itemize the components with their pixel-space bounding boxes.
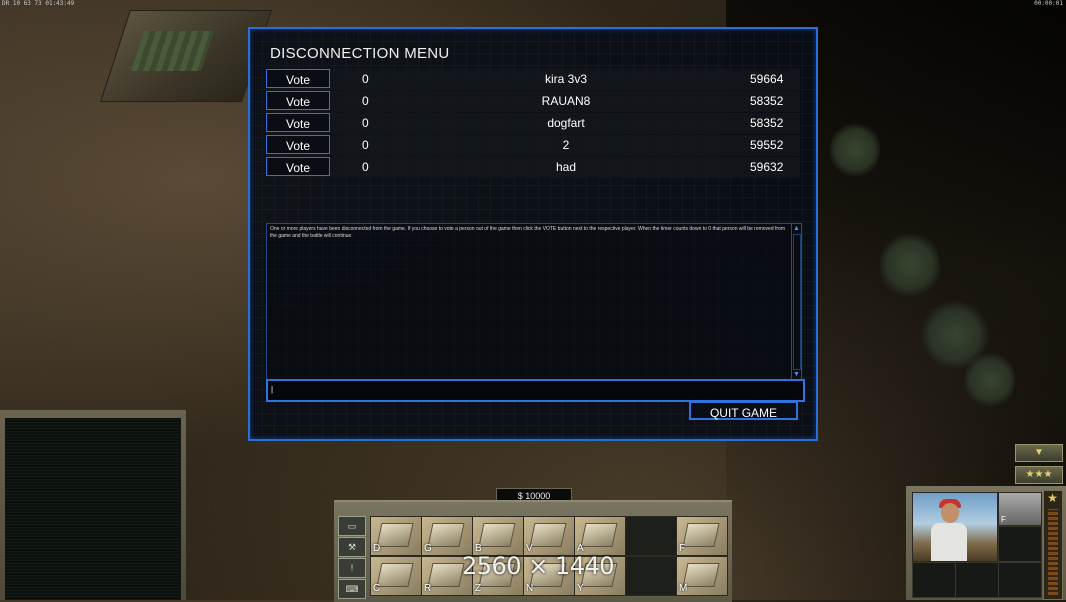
scrollbar[interactable]: ▲ ▼	[791, 224, 801, 379]
player-name: dogfart	[547, 116, 585, 130]
rank-star-icon: ★	[1047, 491, 1058, 505]
hotkey-label: N	[526, 583, 534, 594]
vote-count: 0	[362, 72, 369, 86]
player-row: Vote 0 kira 3v3 59664	[266, 69, 800, 90]
player-name: 2	[562, 138, 570, 152]
options-tab-icon[interactable]: ▭	[338, 516, 366, 536]
player-ping: 58352	[750, 94, 784, 108]
minimap[interactable]	[5, 418, 181, 600]
hotkey-label: G	[424, 543, 432, 554]
message-text: One or more players have been disconnect…	[270, 226, 786, 239]
resolution-watermark: 2560 × 1440	[462, 552, 615, 580]
hotkey-label: D	[373, 543, 381, 554]
scroll-down-icon[interactable]: ▼	[792, 370, 801, 379]
tree	[965, 350, 1015, 410]
enemy-base-structure	[100, 10, 272, 102]
build-button[interactable]: G	[421, 516, 473, 556]
vote-count: 0	[362, 116, 369, 130]
dialog-title: DISCONNECTION MENU	[270, 45, 450, 62]
repair-tab-icon[interactable]: ⚒	[338, 537, 366, 557]
message-log: One or more players have been disconnect…	[266, 223, 802, 380]
hotkey-label: Z	[475, 583, 482, 594]
unit-slot	[998, 526, 1042, 562]
general-stars-icon[interactable]: ★★★	[1015, 466, 1063, 484]
player-ping: 59632	[750, 160, 784, 174]
build-button[interactable]: A	[574, 516, 626, 556]
build-button[interactable]: B	[472, 516, 524, 556]
unit-panel: F ★	[906, 486, 1066, 600]
vote-button[interactable]: Vote	[266, 69, 330, 88]
vote-button[interactable]: Vote	[266, 157, 330, 176]
vote-count: 0	[362, 160, 369, 174]
tree	[830, 120, 880, 180]
hotkey-label: Y	[577, 583, 584, 594]
collapse-arrow-icon[interactable]: ▼	[1015, 444, 1063, 462]
game-timer: 00:00:01	[1034, 0, 1063, 7]
debug-stats: DR 10 63 73 01:43:49	[2, 0, 75, 7]
scroll-track[interactable]	[793, 234, 801, 370]
empty-slot	[625, 516, 677, 556]
build-button[interactable]: D	[370, 516, 422, 556]
player-row: Vote 0 2 59552	[266, 135, 800, 156]
player-ping: 58352	[750, 116, 784, 130]
build-button[interactable]: F	[676, 516, 728, 556]
empty-slot	[625, 556, 677, 596]
diplomacy-tab-icon[interactable]: ⌨	[338, 579, 366, 599]
build-button[interactable]: C	[370, 556, 422, 596]
tree	[880, 230, 940, 300]
unit-slot	[955, 562, 999, 598]
ability-button[interactable]: F	[998, 492, 1042, 526]
alert-tab-icon[interactable]: !	[338, 558, 366, 578]
quit-game-button[interactable]: QUIT GAME	[689, 401, 798, 420]
player-row: Vote 0 RAUAN8 58352	[266, 91, 800, 112]
vote-button[interactable]: Vote	[266, 135, 330, 154]
player-ping: 59552	[750, 138, 784, 152]
experience-fill	[1048, 509, 1058, 595]
build-button[interactable]: V	[523, 516, 575, 556]
player-row: Vote 0 dogfart 58352	[266, 113, 800, 134]
hotkey-label: R	[424, 583, 432, 594]
unit-portrait	[912, 492, 998, 562]
player-row: Vote 0 had 59632	[266, 157, 800, 178]
command-bar: ▭ ⚒ ! ⌨ D G B V A F C R Z N Y M	[334, 500, 732, 602]
disconnection-dialog: DISCONNECTION MENU Vote 0 kira 3v3 59664…	[248, 27, 818, 441]
chat-input[interactable]: |	[266, 379, 805, 402]
vote-button[interactable]: Vote	[266, 91, 330, 110]
unit-slot	[998, 562, 1042, 598]
player-name: RAUAN8	[541, 94, 591, 108]
player-ping: 59664	[750, 72, 784, 86]
hotkey-label: M	[679, 583, 688, 594]
player-name: kira 3v3	[544, 72, 588, 86]
build-button[interactable]: M	[676, 556, 728, 596]
vote-count: 0	[362, 94, 369, 108]
vote-button[interactable]: Vote	[266, 113, 330, 132]
experience-bar: ★	[1043, 490, 1063, 600]
minimap-frame	[0, 410, 186, 600]
scroll-up-icon[interactable]: ▲	[792, 224, 801, 233]
hotkey-label: C	[373, 583, 381, 594]
player-name: had	[555, 160, 577, 174]
vote-count: 0	[362, 138, 369, 152]
unit-slot	[912, 562, 956, 598]
hotkey-label: F	[1001, 515, 1006, 524]
hotkey-label: F	[679, 543, 686, 554]
